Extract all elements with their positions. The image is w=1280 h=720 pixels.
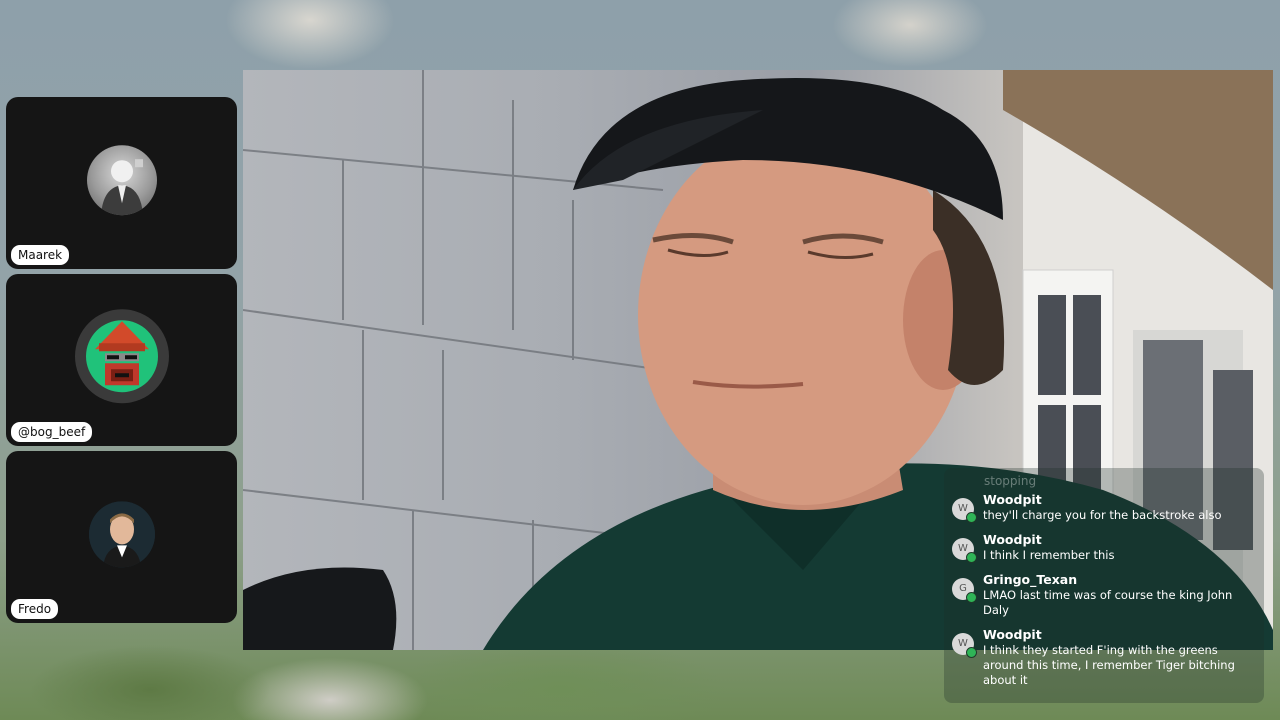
verified-badge-icon (966, 552, 977, 563)
verified-badge-icon (966, 512, 977, 523)
chat-username[interactable]: Woodpit (983, 627, 1256, 643)
chat-message: W Woodpit I think they started F'ing wit… (952, 627, 1256, 688)
avatar (88, 501, 155, 568)
chat-text: they'll charge you for the backstroke al… (983, 508, 1222, 522)
chat-avatar-initial: W (958, 543, 968, 554)
chat-avatar-initial: W (958, 503, 968, 514)
chat-text: I think I remember this (983, 548, 1115, 562)
chat-avatar: W (952, 538, 977, 563)
chat-faded-message: stopping (984, 474, 1037, 488)
chat-avatar: W (952, 498, 977, 523)
participant-tile[interactable]: Maarek (6, 97, 237, 269)
avatar (74, 309, 169, 404)
avatar (86, 145, 157, 216)
participant-name: @bog_beef (11, 422, 93, 442)
chat-avatar-initial: G (959, 583, 967, 594)
participant-tile[interactable]: @bog_beef (6, 274, 237, 446)
chat-message: W Woodpit they'll charge you for the bac… (952, 492, 1256, 523)
verified-badge-icon (966, 592, 977, 603)
participant-name: Fredo (11, 599, 59, 619)
chat-avatar: W (952, 633, 977, 658)
participant-tile[interactable]: Fredo (6, 451, 237, 623)
chat-message: G Gringo_Texan LMAO last time was of cou… (952, 572, 1256, 618)
chat-panel: stopping W Woodpit they'll charge you fo… (944, 468, 1264, 703)
participant-list: Maarek @bog_beef Fredo (6, 97, 237, 623)
verified-badge-icon (966, 647, 977, 658)
participant-name: Maarek (11, 245, 70, 265)
chat-username[interactable]: Gringo_Texan (983, 572, 1256, 588)
chat-text: I think they started F'ing with the gree… (983, 643, 1235, 687)
chat-avatar: G (952, 578, 977, 603)
chat-username[interactable]: Woodpit (983, 532, 1114, 548)
chat-text: LMAO last time was of course the king Jo… (983, 588, 1233, 617)
chat-username[interactable]: Woodpit (983, 492, 1221, 508)
chat-avatar-initial: W (958, 638, 968, 649)
chat-message: W Woodpit I think I remember this (952, 532, 1256, 563)
